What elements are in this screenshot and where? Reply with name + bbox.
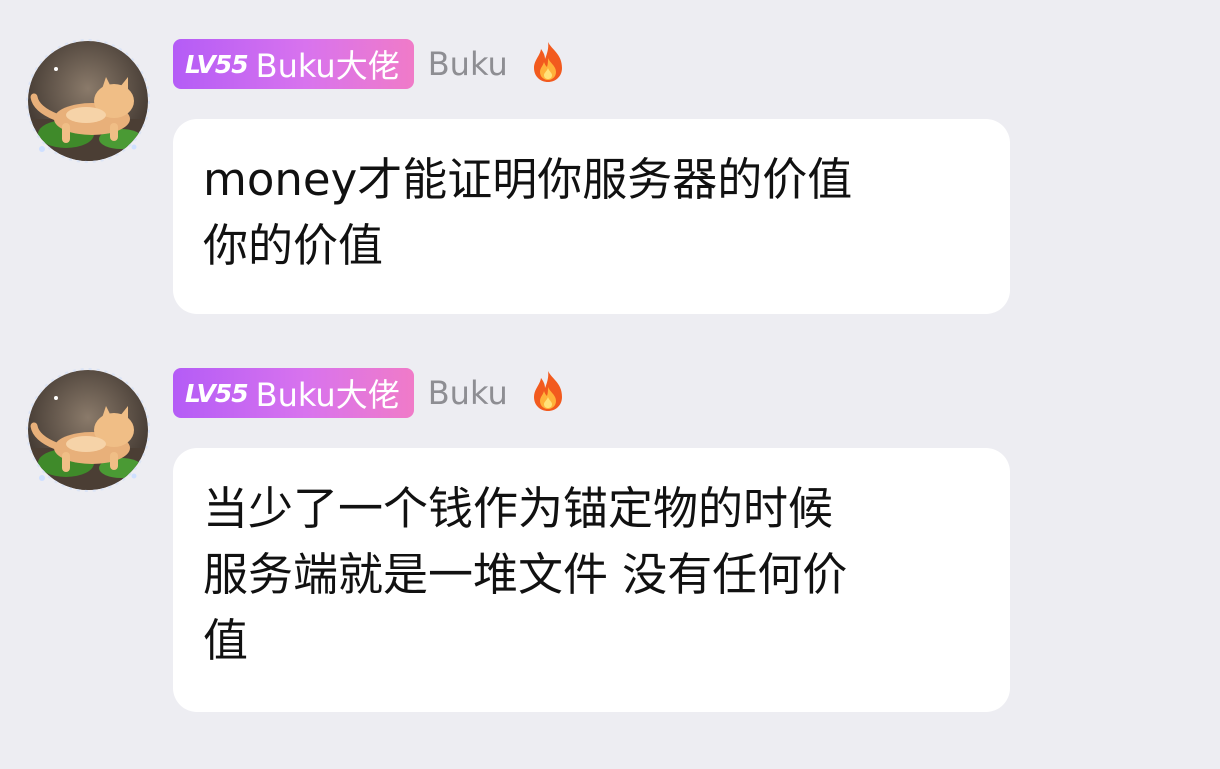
avatar[interactable] bbox=[26, 368, 150, 492]
member-title: Buku大佬 bbox=[255, 47, 400, 85]
cat-photo-avatar-icon bbox=[26, 39, 150, 163]
cat-photo-avatar-icon bbox=[26, 368, 150, 492]
avatar[interactable] bbox=[26, 39, 150, 163]
fire-icon bbox=[528, 369, 568, 417]
message-header: LV55 Buku大佬 Buku bbox=[173, 368, 568, 418]
member-title-badge[interactable]: LV55 Buku大佬 bbox=[173, 39, 414, 89]
message-text-line: money才能证明你服务器的价值 bbox=[203, 153, 853, 206]
level-label: LV55 bbox=[185, 49, 249, 79]
level-label: LV55 bbox=[185, 378, 249, 408]
message-bubble[interactable]: money才能证明你服务器的价值 你的价值 bbox=[173, 119, 1010, 314]
message-text-line: 你的价值 bbox=[203, 219, 384, 272]
sender-name[interactable]: Buku bbox=[428, 45, 508, 83]
message-bubble[interactable]: 当少了一个钱作为锚定物的时候 服务端就是一堆文件 没有任何价 值 bbox=[173, 448, 1010, 712]
sender-name[interactable]: Buku bbox=[428, 374, 508, 412]
message-header: LV55 Buku大佬 Buku bbox=[173, 39, 568, 89]
fire-icon bbox=[528, 40, 568, 88]
message-text-line: 当少了一个钱作为锚定物的时候 bbox=[203, 482, 834, 535]
message-text-line: 值 bbox=[203, 614, 249, 667]
member-title: Buku大佬 bbox=[255, 376, 400, 414]
message-text-line: 服务端就是一堆文件 没有任何价 bbox=[203, 548, 848, 601]
member-title-badge[interactable]: LV55 Buku大佬 bbox=[173, 368, 414, 418]
